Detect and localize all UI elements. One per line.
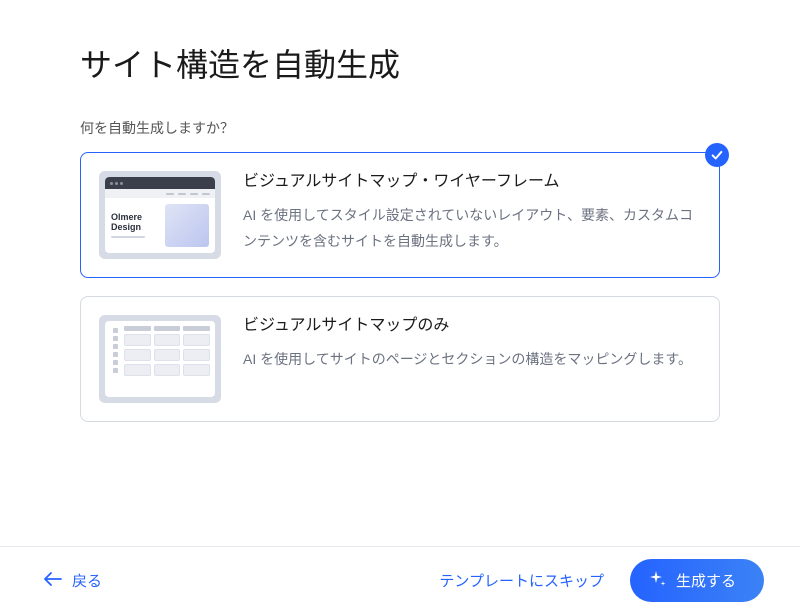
option-sitemap-title: ビジュアルサイトマップのみ [243, 315, 699, 337]
option-wireframe-desc: AI を使用してスタイル設定されていないレイアウト、要素、カスタムコンテンツを含… [243, 203, 699, 253]
option-wireframe-thumb: Olmere Design [99, 171, 221, 259]
footer-bar: 戻る テンプレートにスキップ 生成する [0, 546, 800, 614]
arrow-left-icon [44, 572, 62, 590]
check-icon [705, 143, 729, 167]
skip-link[interactable]: テンプレートにスキップ [439, 570, 604, 591]
generate-button-label: 生成する [676, 570, 736, 591]
thumb-brand-text: Olmere Design [111, 213, 159, 233]
option-sitemap[interactable]: ビジュアルサイトマップのみ AI を使用してサイトのページとセクションの構造をマ… [80, 296, 720, 422]
option-sitemap-thumb [99, 315, 221, 403]
option-wireframe-title: ビジュアルサイトマップ・ワイヤーフレーム [243, 171, 699, 193]
sparkle-icon [650, 571, 666, 591]
option-sitemap-desc: AI を使用してサイトのページとセクションの構造をマッピングします。 [243, 347, 699, 372]
option-list: Olmere Design ビジュアルサイトマップ・ワイヤーフレーム AI を使… [80, 152, 720, 422]
back-button-label: 戻る [72, 570, 102, 591]
generate-button[interactable]: 生成する [630, 559, 764, 602]
page-title: サイト構造を自動生成 [80, 40, 720, 86]
option-wireframe[interactable]: Olmere Design ビジュアルサイトマップ・ワイヤーフレーム AI を使… [80, 152, 720, 278]
prompt-label: 何を自動生成しますか？ [80, 118, 720, 138]
back-button[interactable]: 戻る [44, 570, 102, 591]
